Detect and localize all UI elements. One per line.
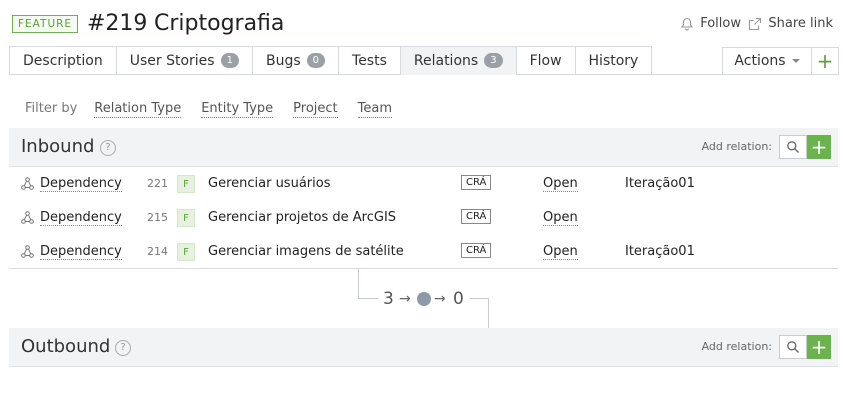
filter-bar: Filter by Relation Type Entity Type Proj… — [25, 101, 412, 118]
tab-label: Bugs — [265, 52, 301, 69]
entity-id: 215 — [147, 211, 168, 224]
actions-label: Actions — [734, 53, 786, 69]
outbound-count: 0 — [453, 289, 464, 309]
tab-relations[interactable]: Relations 3 — [400, 46, 517, 75]
section-title: Outbound — [21, 336, 111, 357]
state-link[interactable]: Open — [543, 244, 578, 260]
search-icon — [787, 141, 799, 153]
count-badge: 3 — [484, 53, 503, 68]
inbound-count: 3 — [383, 289, 394, 309]
chevron-down-icon — [791, 59, 800, 63]
entity-type-chip: F — [177, 243, 195, 261]
add-relation-button[interactable]: + — [807, 335, 831, 359]
bell-icon — [681, 17, 694, 30]
divider — [624, 74, 723, 75]
filter-team[interactable]: Team — [357, 101, 393, 118]
tab-user-stories[interactable]: User Stories 1 — [116, 46, 253, 75]
current-entity-dot — [417, 292, 431, 306]
relation-type-link[interactable]: Dependency — [40, 176, 122, 192]
tab-label: Tests — [352, 52, 387, 69]
list-item: Dependency 221 F Gerenciar usuários CRÁ … — [9, 167, 838, 201]
tab-tests[interactable]: Tests — [339, 46, 401, 75]
tab-bar: Description User Stories 1 Bugs 0 Tests … — [9, 46, 653, 75]
state-link[interactable]: Open — [543, 176, 578, 192]
tab-label: Flow — [529, 52, 562, 69]
follow-label: Follow — [700, 16, 741, 31]
state-link[interactable]: Open — [543, 210, 578, 226]
tab-label: History — [588, 52, 639, 69]
count-badge: 0 — [306, 53, 326, 68]
search-relation-button[interactable] — [779, 335, 807, 359]
entity-id: #219 — [87, 11, 148, 36]
add-relation-button[interactable]: + — [807, 135, 831, 159]
entity-header: FEATURE #219 Criptografia Follow Share l… — [12, 10, 833, 40]
relation-type-link[interactable]: Dependency — [40, 244, 122, 260]
follow-button[interactable]: Follow — [680, 16, 741, 31]
arrow-right-icon: → — [434, 291, 446, 307]
iteration: Iteração01 — [625, 176, 695, 191]
filter-entity-type[interactable]: Entity Type — [201, 101, 274, 118]
inbound-relations-list: Dependency 221 F Gerenciar usuários CRÁ … — [9, 167, 838, 269]
relation-type-link[interactable]: Dependency — [40, 210, 122, 226]
entity-id: 214 — [147, 245, 168, 258]
search-relation-button[interactable] — [779, 135, 807, 159]
entity-name-link[interactable]: Gerenciar projetos de ArcGIS — [208, 210, 396, 225]
list-item: Dependency 214 F Gerenciar imagens de sa… — [9, 235, 838, 269]
tab-history[interactable]: History — [575, 46, 653, 75]
arrow-right-icon: → — [399, 291, 411, 307]
tab-description[interactable]: Description — [9, 46, 117, 75]
project-abbr: CRÁ — [461, 209, 492, 224]
tab-label: User Stories — [129, 52, 215, 69]
entity-name-link[interactable]: Gerenciar imagens de satélite — [208, 244, 404, 259]
relation-icon — [21, 177, 34, 190]
flow-connector — [358, 298, 378, 299]
filter-relation-type[interactable]: Relation Type — [94, 101, 182, 118]
help-icon[interactable]: ? — [115, 340, 131, 356]
search-icon — [787, 341, 799, 353]
entity-type-chip: F — [177, 175, 195, 193]
entity-id: 221 — [147, 177, 168, 190]
entity-name-link[interactable]: Gerenciar usuários — [208, 176, 330, 191]
divider — [9, 268, 838, 269]
tab-flow[interactable]: Flow — [516, 46, 576, 75]
section-title: Inbound — [21, 136, 95, 157]
flow-connector — [358, 269, 359, 299]
relation-icon — [21, 211, 34, 224]
outbound-section-header: Outbound ? Add relation: + — [9, 328, 838, 367]
relation-icon — [21, 245, 34, 258]
share-label: Share link — [768, 16, 833, 31]
add-relation-label: Add relation: — [701, 340, 772, 353]
filter-label: Filter by — [25, 101, 78, 116]
iteration: Iteração01 — [625, 244, 695, 259]
flow-connector — [488, 298, 489, 328]
share-icon — [749, 17, 762, 30]
help-icon[interactable]: ? — [100, 140, 116, 156]
tab-label: Description — [23, 52, 103, 69]
entity-type-chip: F — [177, 209, 195, 227]
filter-project[interactable]: Project — [293, 101, 338, 118]
add-button[interactable]: + — [811, 47, 839, 75]
share-link-button[interactable]: Share link — [748, 16, 833, 31]
entity-type-badge: FEATURE — [12, 15, 79, 33]
count-badge: 1 — [220, 53, 239, 68]
list-item: Dependency 215 F Gerenciar projetos de A… — [9, 201, 838, 235]
actions-dropdown[interactable]: Actions — [722, 47, 812, 75]
flow-connector — [470, 298, 489, 299]
page-title[interactable]: Criptografia — [154, 11, 284, 36]
tab-label: Relations — [413, 52, 479, 69]
tab-bugs[interactable]: Bugs 0 — [252, 46, 340, 75]
project-abbr: CRÁ — [461, 243, 492, 258]
project-abbr: CRÁ — [461, 175, 492, 190]
add-relation-label: Add relation: — [701, 140, 772, 153]
inbound-section-header: Inbound ? Add relation: + — [9, 128, 838, 167]
